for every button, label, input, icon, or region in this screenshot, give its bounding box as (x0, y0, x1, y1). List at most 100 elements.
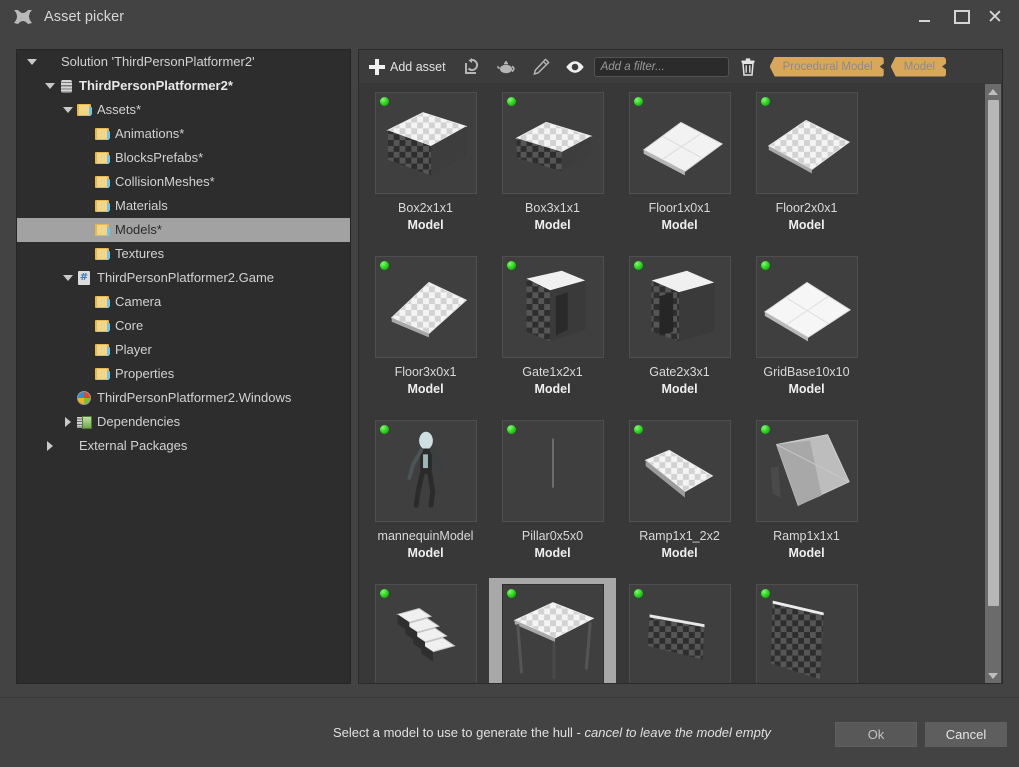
dependencies-icon (75, 410, 93, 434)
scrollbar-thumb[interactable] (988, 100, 999, 606)
minimize-button[interactable] (905, 0, 943, 34)
asset-thumbnail (502, 256, 604, 358)
tree-item-label: CollisionMeshes* (115, 170, 215, 194)
asset-grid-area[interactable]: Box2x1x1ModelBox3x1x1ModelFloor1x0x1Mode… (359, 83, 1002, 683)
asset-grid: Box2x1x1ModelBox3x1x1ModelFloor1x0x1Mode… (362, 86, 982, 683)
asset-tile-stairs1x1x2[interactable]: Stairs1x1x2Model (362, 578, 489, 683)
tree-twisty-closed[interactable] (43, 434, 57, 458)
solution-tree-panel[interactable]: Solution 'ThirdPersonPlatformer2'ThirdPe… (16, 49, 351, 684)
tree-item-assets-[interactable]: Assets* (17, 98, 350, 122)
tree-twisty-open[interactable] (61, 266, 75, 290)
folder-icon (93, 362, 111, 386)
add-asset-button[interactable]: Add asset (369, 59, 446, 75)
folder-icon (93, 314, 111, 338)
asset-thumbnail (629, 584, 731, 683)
tree-item-label: Camera (115, 290, 161, 314)
tree-item-dependencies[interactable]: Dependencies (17, 410, 350, 434)
title-bar: Asset picker ✕ (0, 0, 1019, 34)
tree-item-solution-thirdpersonplatformer2-[interactable]: Solution 'ThirdPersonPlatformer2' (17, 50, 350, 74)
ok-button[interactable]: Ok (835, 722, 917, 747)
tree-twisty-none (79, 122, 93, 146)
asset-tile-gate1x2x1[interactable]: Gate1x2x1Model (489, 250, 616, 413)
filter-tag-model[interactable]: Model (891, 57, 946, 77)
status-italic: cancel to leave the model empty (585, 725, 771, 740)
asset-tile-ramp1x1x1[interactable]: Ramp1x1x1Model (743, 414, 870, 577)
maximize-button[interactable] (943, 0, 981, 34)
tree-item-thirdpersonplatformer2-[interactable]: ThirdPersonPlatformer2* (17, 74, 350, 98)
tree-item-external-packages[interactable]: External Packages (17, 434, 350, 458)
asset-tile-pillar0x5x0[interactable]: Pillar0x5x0Model (489, 414, 616, 577)
asset-type-label: Model (661, 382, 697, 396)
asset-tile-15[interactable] (743, 578, 870, 683)
tree-twisty-none (79, 290, 93, 314)
asset-thumbnail (502, 584, 604, 683)
asset-name-label: Box2x1x1 (398, 201, 453, 215)
tree-item-label: ThirdPersonPlatformer2.Windows (97, 386, 291, 410)
asset-toolbar: Add asset (359, 50, 1002, 83)
asset-tile-mannequinmodel[interactable]: mannequinModelModel (362, 414, 489, 577)
status-prefix: Select a model to use to generate the hu… (333, 725, 585, 740)
asset-tile-ramp1x1_2x2[interactable]: Ramp1x1_2x2 Model (616, 414, 743, 577)
pencil-icon[interactable] (524, 54, 558, 80)
asset-tile-gridbase10x10[interactable]: GridBase10x10Model (743, 250, 870, 413)
scroll-up-icon[interactable] (985, 84, 1001, 99)
tree-item-label: ThirdPersonPlatformer2* (79, 74, 233, 98)
asset-grid-scrollbar[interactable] (985, 84, 1001, 683)
tree-twisty-closed[interactable] (61, 410, 75, 434)
asset-tile-floor2x0x1[interactable]: Floor2x0x1Model (743, 86, 870, 249)
folder-icon (93, 338, 111, 362)
filter-input[interactable]: Add a filter... (594, 57, 729, 77)
tree-item-label: BlocksPrefabs* (115, 146, 203, 170)
asset-type-label: Model (661, 218, 697, 232)
status-message: Select a model to use to generate the hu… (333, 725, 771, 740)
reset-icon[interactable] (456, 54, 490, 80)
asset-status-dot (761, 261, 770, 270)
scroll-down-icon[interactable] (985, 668, 1001, 683)
asset-name-label: Ramp1x1_2x2 (639, 529, 720, 543)
tree-item-animations-[interactable]: Animations* (17, 122, 350, 146)
asset-name-label: mannequinModel (378, 529, 474, 543)
teapot-icon[interactable] (490, 54, 524, 80)
asset-tile-table2x2x2[interactable]: Table2x2x2Model (489, 578, 616, 683)
tree-item-thirdpersonplatformer2-windows[interactable]: ThirdPersonPlatformer2.Windows (17, 386, 350, 410)
asset-thumbnail (629, 92, 731, 194)
asset-thumbnail (756, 256, 858, 358)
tree-item-materials[interactable]: Materials (17, 194, 350, 218)
asset-status-dot (761, 425, 770, 434)
window-title: Asset picker (44, 9, 124, 25)
cancel-button[interactable]: Cancel (925, 722, 1007, 747)
asset-type-label: Model (534, 218, 570, 232)
tree-item-label: Player (115, 338, 152, 362)
tree-item-textures[interactable]: Textures (17, 242, 350, 266)
asset-status-dot (507, 97, 516, 106)
asset-tile-gate2x3x1[interactable]: Gate2x3x1Model (616, 250, 743, 413)
asset-tile-box3x1x1[interactable]: Box3x1x1Model (489, 86, 616, 249)
tree-item-camera[interactable]: Camera (17, 290, 350, 314)
tree-item-thirdpersonplatformer2-game[interactable]: ThirdPersonPlatformer2.Game (17, 266, 350, 290)
eye-icon[interactable] (558, 54, 592, 80)
tree-twisty-open[interactable] (43, 74, 57, 98)
tree-twisty-open[interactable] (25, 50, 39, 74)
package-icon (57, 74, 75, 98)
tree-item-core[interactable]: Core (17, 314, 350, 338)
filter-tag-procedural-model[interactable]: Procedural Model (770, 57, 884, 77)
tree-item-blocksprefabs-[interactable]: BlocksPrefabs* (17, 146, 350, 170)
asset-name-label: Pillar0x5x0 (522, 529, 583, 543)
tree-item-collisionmeshes-[interactable]: CollisionMeshes* (17, 170, 350, 194)
close-button[interactable]: ✕ (981, 0, 1019, 34)
asset-tile-box2x1x1[interactable]: Box2x1x1Model (362, 86, 489, 249)
asset-thumbnail (502, 92, 604, 194)
tree-item-properties[interactable]: Properties (17, 362, 350, 386)
asset-tile-floor1x0x1[interactable]: Floor1x0x1Model (616, 86, 743, 249)
trash-icon[interactable] (733, 54, 763, 80)
asset-type-label: Model (661, 546, 697, 560)
tree-twisty-open[interactable] (61, 98, 75, 122)
tree-item-models-[interactable]: Models* (17, 218, 350, 242)
tree-item-label: Models* (115, 218, 162, 242)
asset-tile-wall0x1x2[interactable]: Wall0x1x2Model (616, 578, 743, 683)
tree-twisty-none (79, 314, 93, 338)
asset-tile-floor3x0x1[interactable]: Floor3x0x1Model (362, 250, 489, 413)
asset-type-label: Model (788, 546, 824, 560)
tree-item-label: External Packages (79, 434, 187, 458)
tree-item-player[interactable]: Player (17, 338, 350, 362)
